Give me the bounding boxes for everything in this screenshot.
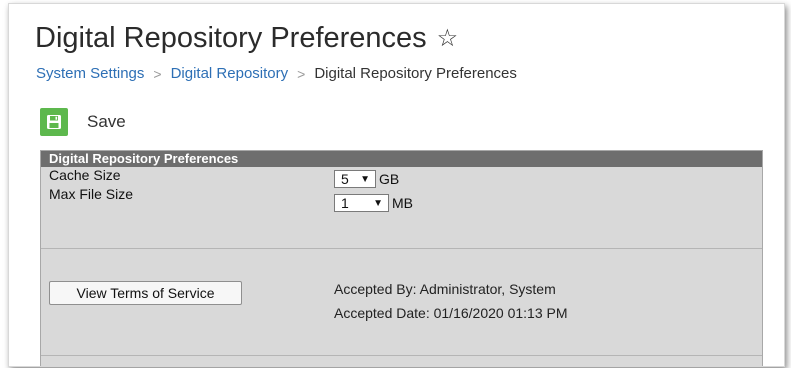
caret-down-icon: ▼	[373, 197, 383, 209]
save-button-label[interactable]: Save	[87, 112, 126, 132]
max-file-size-unit: MB	[392, 195, 413, 211]
max-file-size-select[interactable]: 1 ▼	[334, 194, 389, 212]
app-window: Digital Repository Preferences ☆ System …	[8, 3, 785, 367]
breadcrumb-digital-repository[interactable]: Digital Repository	[171, 65, 289, 82]
cache-size-label: Cache Size	[49, 167, 121, 183]
page-title-text: Digital Repository Preferences	[35, 22, 427, 54]
accepted-by-text: Accepted By: Administrator, System	[334, 281, 556, 297]
cache-size-unit: GB	[379, 171, 400, 187]
caret-down-icon: ▼	[360, 173, 370, 185]
cache-size-select[interactable]: 5 ▼	[334, 170, 376, 188]
panel-header: Digital Repository Preferences	[41, 151, 762, 167]
cache-size-value: 5	[341, 171, 349, 187]
breadcrumb-system-settings[interactable]: System Settings	[36, 65, 144, 82]
section-divider	[41, 248, 762, 249]
preferences-panel: Digital Repository Preferences Cache Siz…	[40, 150, 763, 366]
breadcrumb-separator: >	[297, 65, 306, 82]
breadcrumb: System Settings > Digital Repository > D…	[36, 65, 517, 82]
breadcrumb-current: Digital Repository Preferences	[314, 65, 517, 82]
view-terms-of-service-button[interactable]: View Terms of Service	[49, 281, 242, 305]
toolbar: Save	[40, 108, 126, 136]
max-file-size-label: Max File Size	[49, 186, 134, 202]
accepted-date-text: Accepted Date: 01/16/2020 01:13 PM	[334, 305, 568, 321]
floppy-disk-icon[interactable]	[40, 108, 68, 136]
breadcrumb-separator: >	[153, 65, 162, 82]
page-title: Digital Repository Preferences ☆	[35, 22, 458, 55]
favorite-star-icon[interactable]: ☆	[437, 26, 459, 51]
save-button[interactable]: Save	[40, 108, 126, 136]
section-divider	[41, 355, 762, 356]
max-file-size-value: 1	[341, 195, 349, 211]
